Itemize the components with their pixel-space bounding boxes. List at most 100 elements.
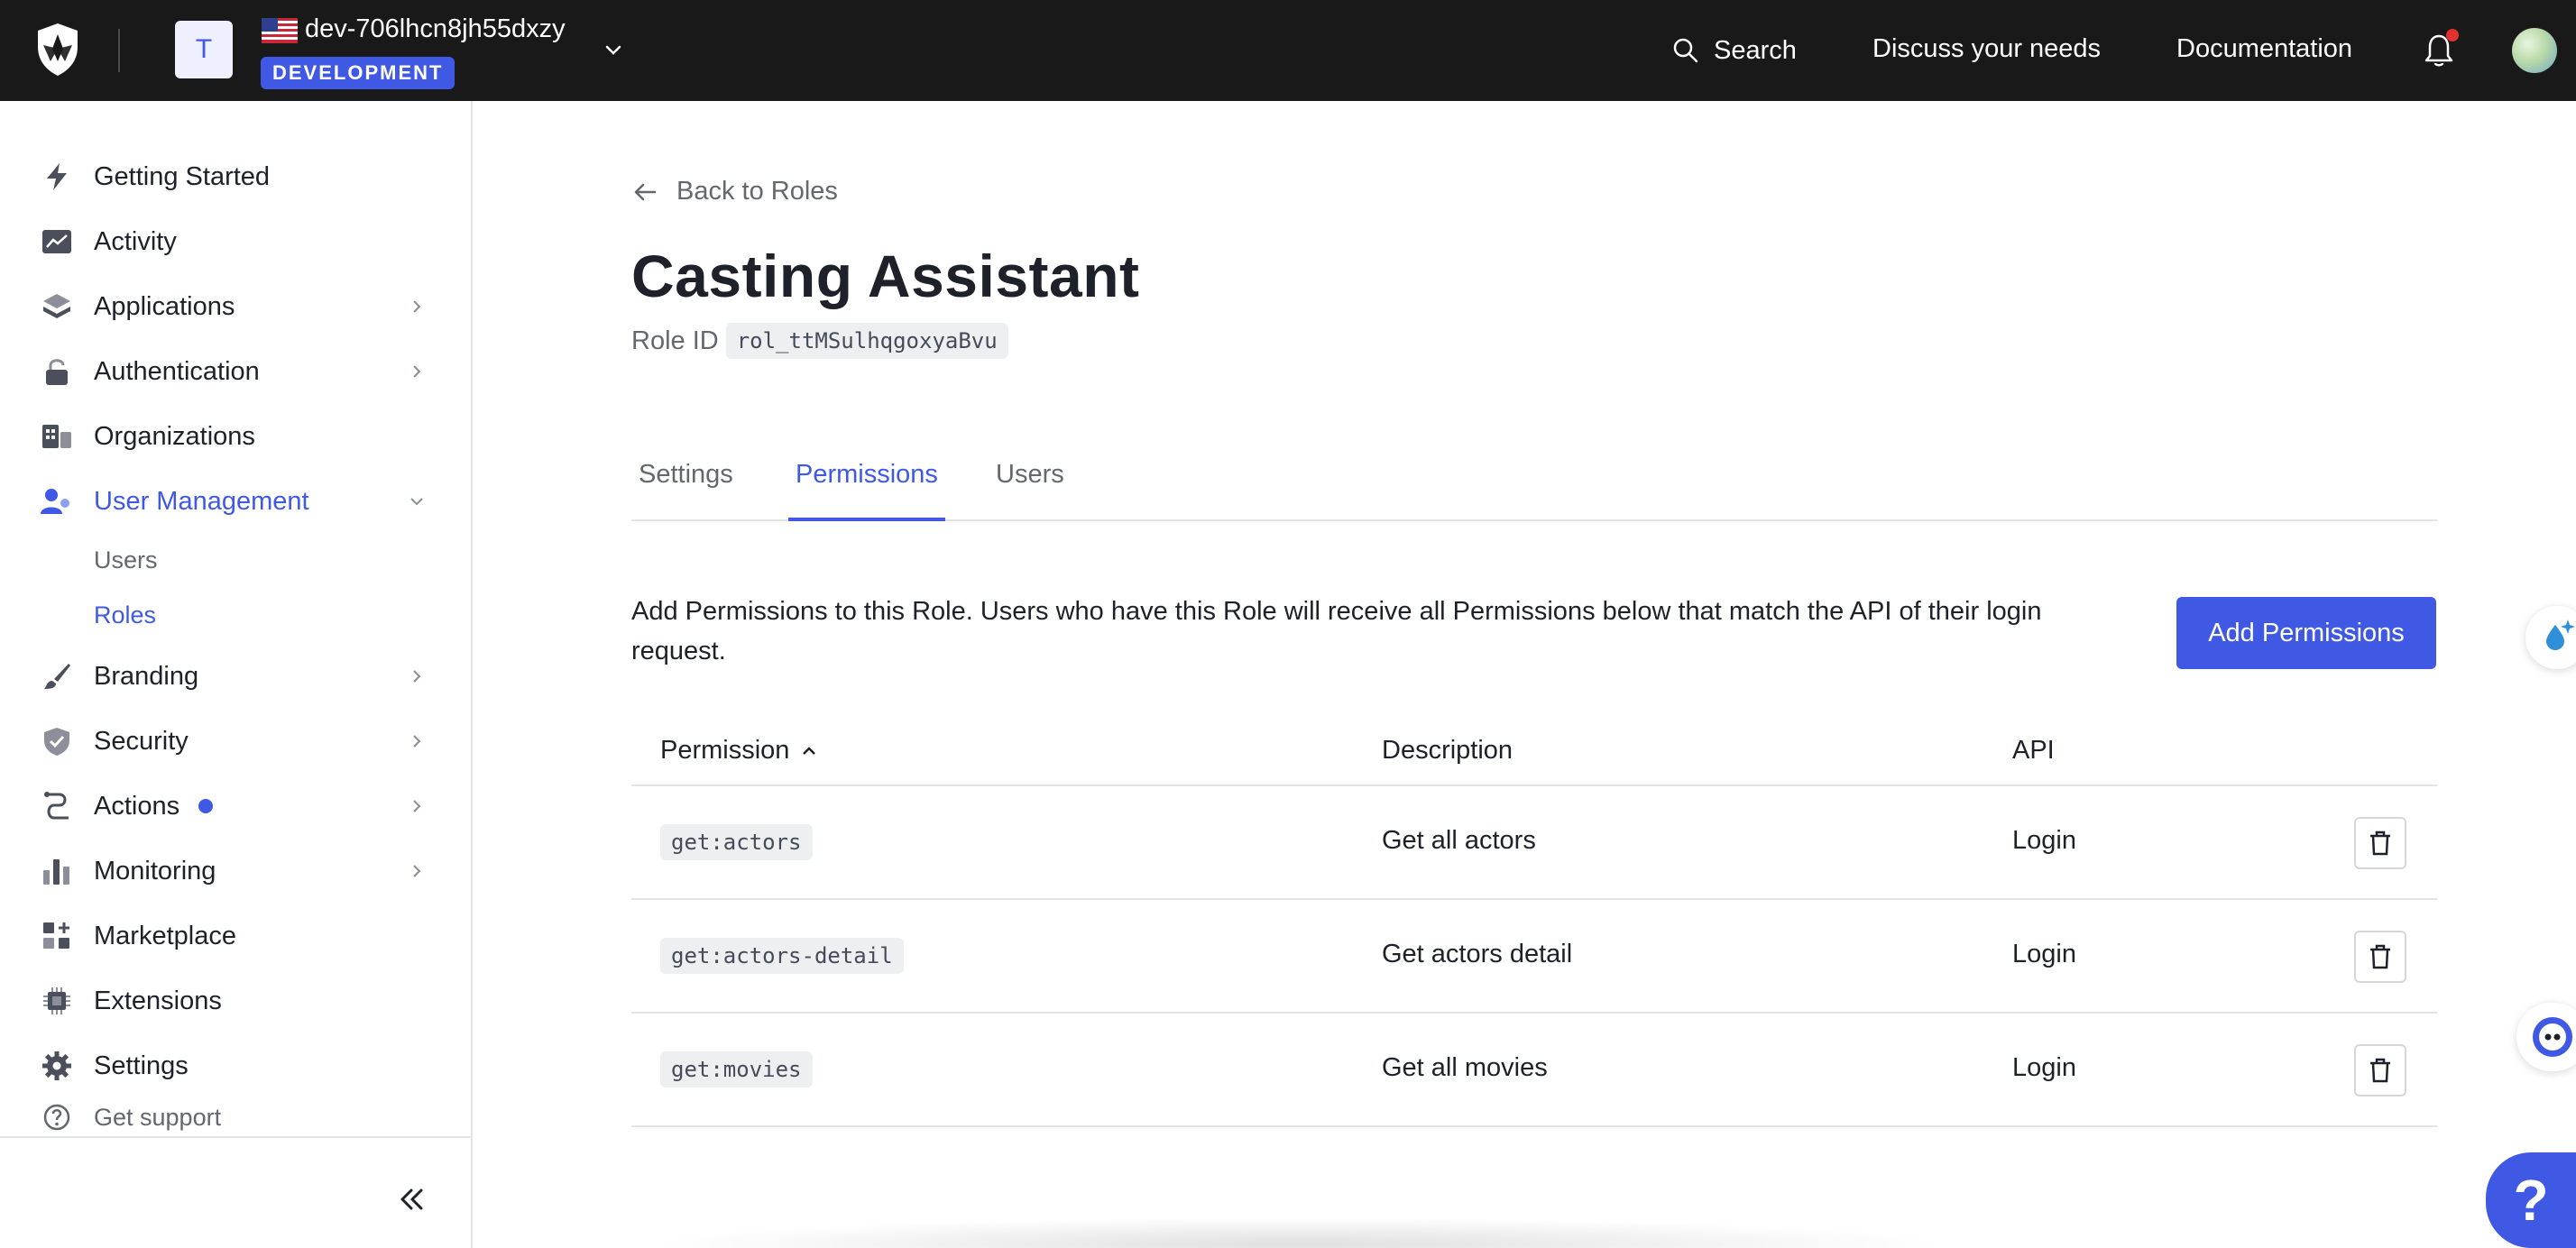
sidebar: Getting Started Activity Applications Au… xyxy=(0,101,473,1248)
permission-description: Get all movies xyxy=(1382,1053,1548,1082)
chevron-right-icon xyxy=(413,735,421,748)
bottom-shadow xyxy=(649,1217,1948,1248)
sparkle-drop-icon xyxy=(2546,619,2575,650)
permission-description: Get all actors xyxy=(1382,826,1536,855)
sidebar-item-label: Security xyxy=(94,726,189,756)
chevron-right-icon xyxy=(413,800,421,812)
sidebar-item-security[interactable]: Security xyxy=(0,712,471,770)
top-bar: T dev-706lhcn8jh55dxzy DEVELOPMENT Searc… xyxy=(0,0,2576,101)
sidebar-item-label: Authentication xyxy=(94,356,260,386)
search-button[interactable]: Search xyxy=(1672,34,1797,67)
chip-icon xyxy=(40,984,74,1018)
auth0-logo-icon[interactable] xyxy=(32,22,83,78)
table-header: Permission Description API xyxy=(631,721,2437,786)
permission-name: get:actors-detail xyxy=(660,938,904,974)
sidebar-item-applications[interactable]: Applications xyxy=(0,278,471,335)
sidebar-item-monitoring[interactable]: Monitoring xyxy=(0,842,471,900)
sidebar-item-label: Applications xyxy=(94,291,235,321)
sidebar-item-label: Get support xyxy=(94,1103,222,1131)
flow-icon xyxy=(40,789,74,823)
sidebar-item-extensions[interactable]: Extensions xyxy=(0,972,471,1030)
delete-permission-button[interactable] xyxy=(2354,931,2406,983)
notification-dot xyxy=(2446,29,2459,41)
lightning-icon xyxy=(40,160,74,194)
chevron-right-icon xyxy=(413,865,421,877)
sidebar-item-label: Marketplace xyxy=(94,921,236,950)
help-button[interactable]: ? xyxy=(2486,1152,2576,1248)
delete-permission-button[interactable] xyxy=(2354,817,2406,869)
sidebar-item-label: Settings xyxy=(94,1051,189,1080)
role-id-row: Role ID rol_ttMSulhqgoxyaBvu xyxy=(631,323,1008,359)
role-id-value[interactable]: rol_ttMSulhqgoxyaBvu xyxy=(725,323,1008,359)
sidebar-item-label: Getting Started xyxy=(94,161,271,191)
activity-chart-icon xyxy=(40,225,74,259)
tenant-name[interactable]: dev-706lhcn8jh55dxzy xyxy=(305,14,566,44)
sort-ascending-icon xyxy=(803,746,816,755)
permission-name: get:actors xyxy=(660,824,813,860)
collapse-sidebar-icon[interactable] xyxy=(395,1183,428,1216)
search-label: Search xyxy=(1714,35,1797,65)
sidebar-item-activity[interactable]: Activity xyxy=(0,213,471,271)
permission-name: get:movies xyxy=(660,1051,813,1087)
tab-permissions[interactable]: Permissions xyxy=(788,460,945,521)
column-header-api: API xyxy=(2012,736,2055,765)
role-id-label: Role ID xyxy=(631,326,719,355)
sidebar-item-label: Activity xyxy=(94,226,177,256)
chevron-right-icon xyxy=(413,670,421,683)
chatbot-button[interactable] xyxy=(2516,1003,2576,1071)
permission-description: Get actors detail xyxy=(1382,940,1573,968)
sidebar-item-actions[interactable]: Actions xyxy=(0,777,471,835)
sidebar-item-label: Monitoring xyxy=(94,856,216,886)
sidebar-item-organizations[interactable]: Organizations xyxy=(0,408,471,465)
discuss-needs-link[interactable]: Discuss your needs xyxy=(1872,34,2101,64)
tab-settings[interactable]: Settings xyxy=(631,460,741,521)
trash-icon xyxy=(2370,830,2390,856)
sidebar-item-label: Extensions xyxy=(94,986,222,1015)
sidebar-item-label: Actions xyxy=(94,791,180,821)
user-avatar[interactable] xyxy=(2512,28,2557,73)
sidebar-item-branding[interactable]: Branding xyxy=(0,647,471,705)
sidebar-item-user-management[interactable]: User Management xyxy=(0,473,471,530)
chevron-right-icon xyxy=(413,365,421,378)
chevron-down-icon xyxy=(410,498,423,506)
permissions-table: Permission Description API get:actors Ge… xyxy=(631,721,2437,1127)
page-title: Casting Assistant xyxy=(631,243,1140,309)
sidebar-item-authentication[interactable]: Authentication xyxy=(0,343,471,400)
tenant-avatar[interactable]: T xyxy=(175,21,233,78)
permissions-description: Add Permissions to this Role. Users who … xyxy=(631,597,2042,665)
shield-check-icon xyxy=(40,724,74,758)
sidebar-item-label: Branding xyxy=(94,661,199,691)
column-header-permission[interactable]: Permission xyxy=(660,736,818,766)
bar-chart-icon xyxy=(40,854,74,888)
sidebar-item-label: Organizations xyxy=(94,421,255,451)
sidebar-item-getting-started[interactable]: Getting Started xyxy=(0,148,471,206)
back-to-roles-link[interactable]: Back to Roles xyxy=(633,177,838,206)
chevron-down-icon[interactable] xyxy=(601,38,626,63)
delete-permission-button[interactable] xyxy=(2354,1044,2406,1097)
building-icon xyxy=(40,419,74,454)
layers-icon xyxy=(40,289,74,324)
environment-badge: DEVELOPMENT xyxy=(261,57,455,89)
sidebar-subitem-users[interactable]: Users xyxy=(94,546,158,574)
trash-icon xyxy=(2370,944,2390,969)
table-row: get:movies Get all movies Login xyxy=(631,1014,2437,1127)
search-icon xyxy=(1673,38,1698,63)
new-indicator-dot xyxy=(198,799,213,813)
grid-plus-icon xyxy=(40,919,74,953)
gear-icon xyxy=(40,1049,74,1083)
tab-users[interactable]: Users xyxy=(989,460,1072,521)
sidebar-item-settings[interactable]: Settings xyxy=(0,1037,471,1095)
sidebar-item-label: User Management xyxy=(94,486,309,516)
back-link-label: Back to Roles xyxy=(676,177,838,206)
sidebar-item-get-support[interactable]: Get support xyxy=(0,1095,471,1140)
sidebar-subitem-roles[interactable]: Roles xyxy=(94,601,156,629)
permission-api: Login xyxy=(2012,1053,2076,1082)
chatbot-face-icon xyxy=(2533,1017,2572,1057)
help-circle-icon xyxy=(40,1100,74,1134)
ai-assistant-button[interactable] xyxy=(2525,606,2576,669)
table-row: get:actors Get all actors Login xyxy=(631,786,2437,900)
documentation-link[interactable]: Documentation xyxy=(2176,34,2352,64)
sidebar-item-marketplace[interactable]: Marketplace xyxy=(0,907,471,965)
add-permissions-button[interactable]: Add Permissions xyxy=(2176,597,2436,669)
topbar-divider xyxy=(118,29,120,72)
